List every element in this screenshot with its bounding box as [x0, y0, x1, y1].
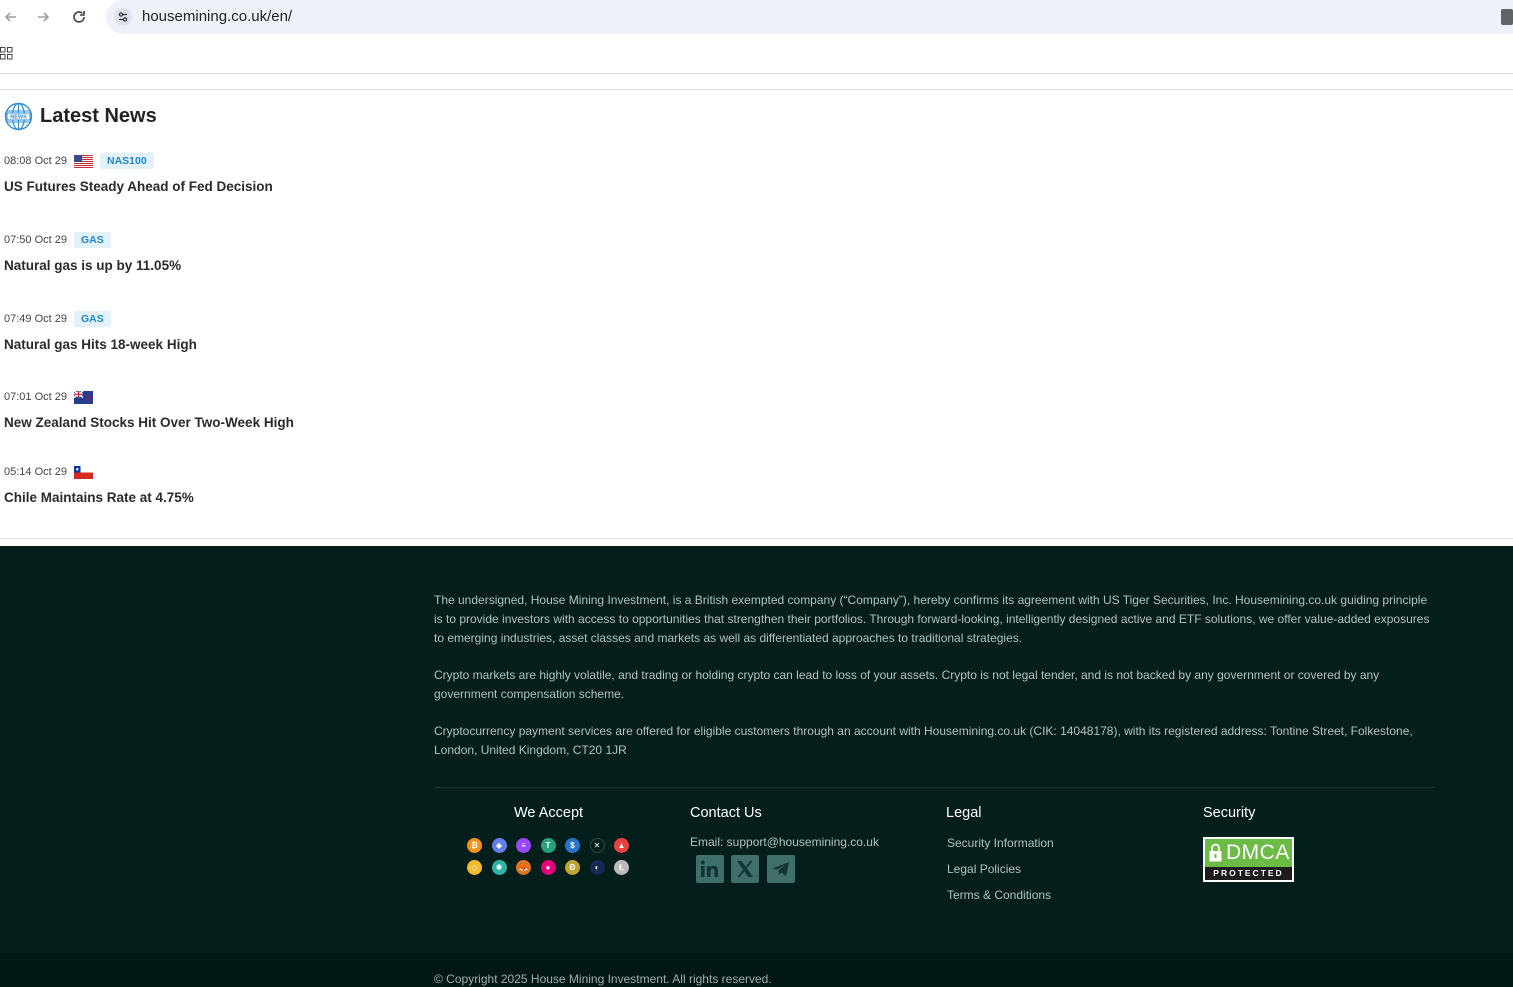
cosmos-icon: ✺	[491, 860, 507, 875]
news-item[interactable]: 07:50 Oct 29 GAS Natural gas is up by 11…	[4, 231, 181, 273]
us-flag-icon	[74, 154, 93, 168]
news-tag[interactable]: GAS	[74, 232, 111, 248]
bookmarks-bar	[0, 34, 1513, 74]
contact-email[interactable]: Email: support@housemining.co.uk	[690, 835, 879, 849]
bitcoin-icon: ₿	[467, 838, 482, 853]
linkedin-button[interactable]	[696, 855, 724, 883]
usdc-icon: $	[565, 838, 580, 853]
address-bar[interactable]: housemining.co.uk/en/	[106, 0, 1513, 34]
news-headline[interactable]: Natural gas is up by 11.05%	[4, 258, 181, 273]
news-headline[interactable]: US Futures Steady Ahead of Fed Decision	[4, 179, 273, 194]
payment-services-disclaimer: Cryptocurrency payment services are offe…	[434, 724, 1413, 757]
nz-flag-icon	[74, 390, 93, 404]
xrp-icon: ✕	[589, 838, 605, 853]
chile-flag-icon	[74, 465, 93, 479]
linkedin-icon	[700, 860, 718, 877]
reload-button[interactable]	[68, 6, 90, 28]
copyright-bar: © Copyright 2025 House Mining Investment…	[0, 953, 1513, 987]
news-headline[interactable]: New Zealand Stocks Hit Over Two-Week Hig…	[4, 415, 294, 430]
section-divider	[0, 538, 1513, 539]
news-header: NEWS Latest News	[4, 102, 157, 131]
news-headline[interactable]: Chile Maintains Rate at 4.75%	[4, 490, 194, 505]
news-meta: 08:08 Oct 29 NAS100	[4, 152, 273, 170]
news-tag[interactable]: NAS100	[100, 153, 154, 169]
we-accept-title: We Accept	[514, 805, 584, 821]
news-item[interactable]: 07:01 Oct 29 New Zealand Stocks Hit Over…	[4, 388, 294, 430]
lock-icon	[1209, 843, 1222, 862]
security-information-link[interactable]: Security Information	[947, 836, 1054, 850]
arrow-right-icon	[38, 12, 50, 22]
news-section-title: Latest News	[40, 105, 157, 127]
copyright-text: © Copyright 2025 House Mining Investment…	[434, 972, 772, 986]
avalanche-icon: ▲	[614, 838, 629, 853]
news-globe-icon: NEWS	[4, 102, 33, 131]
news-time: 07:49 Oct 29	[4, 313, 67, 325]
solana-icon: ≡	[516, 838, 531, 853]
dmca-badge-subtext: PROTECTED	[1213, 868, 1284, 878]
tether-icon: T	[540, 838, 556, 853]
legal-title: Legal	[946, 805, 982, 821]
arrow-left-icon	[4, 12, 16, 22]
dogecoin-icon: Ð	[565, 860, 580, 875]
site-footer: The undersigned, House Mining Investment…	[0, 546, 1513, 953]
news-item[interactable]: 07:49 Oct 29 GAS Natural gas Hits 18-wee…	[4, 310, 197, 352]
x-twitter-button[interactable]	[731, 855, 759, 883]
url-text[interactable]: housemining.co.uk/en/	[142, 8, 292, 25]
company-disclaimer: The undersigned, House Mining Investment…	[434, 593, 1430, 645]
news-time: 05:14 Oct 29	[4, 466, 67, 478]
ethereum-icon: ◆	[491, 838, 507, 853]
news-meta: 05:14 Oct 29	[4, 463, 194, 481]
browser-toolbar: housemining.co.uk/en/	[0, 0, 1513, 34]
news-meta: 07:50 Oct 29 GAS	[4, 231, 181, 249]
latest-news-section: NEWS Latest News 08:08 Oct 29 NAS100 US …	[0, 90, 1513, 538]
news-tag[interactable]: GAS	[74, 311, 111, 327]
litecoin-icon: Ł	[614, 860, 629, 875]
news-item[interactable]: 08:08 Oct 29 NAS100 US Futures Steady Ah…	[4, 152, 273, 194]
terms-conditions-link[interactable]: Terms & Conditions	[947, 888, 1051, 902]
legal-policies-link[interactable]: Legal Policies	[947, 862, 1021, 876]
news-time: 07:01 Oct 29	[4, 391, 67, 403]
news-headline[interactable]: Natural gas Hits 18-week High	[4, 337, 197, 352]
back-button[interactable]	[0, 6, 22, 28]
crypto-risk-disclaimer: Crypto markets are highly volatile, and …	[434, 668, 1380, 701]
x-twitter-icon	[737, 860, 753, 878]
telegram-icon	[772, 862, 789, 876]
telegram-button[interactable]	[767, 855, 795, 883]
reload-icon	[73, 11, 85, 23]
news-time: 08:08 Oct 29	[4, 155, 67, 167]
footer-divider	[434, 787, 1434, 788]
news-time: 07:50 Oct 29	[4, 234, 67, 246]
svg-text:NEWS: NEWS	[10, 115, 27, 121]
news-meta: 07:01 Oct 29	[4, 388, 294, 406]
news-item[interactable]: 05:14 Oct 29 Chile Maintains Rate at 4.7…	[4, 463, 194, 505]
translate-icon[interactable]	[1501, 9, 1513, 25]
forward-button[interactable]	[32, 6, 54, 28]
security-title: Security	[1203, 805, 1256, 821]
apps-grid-icon[interactable]	[0, 47, 13, 60]
news-meta: 07:49 Oct 29 GAS	[4, 310, 197, 328]
dmca-badge-word: DMCA	[1226, 841, 1290, 864]
polkadot-icon: ●	[540, 860, 556, 875]
site-settings-icon[interactable]	[114, 8, 132, 26]
dmca-badge-top: DMCA	[1205, 839, 1292, 867]
bnb-icon: ◇	[467, 860, 482, 875]
terra-icon: ◐	[589, 860, 605, 875]
dmca-protected-badge[interactable]: DMCA PROTECTED	[1203, 837, 1294, 882]
contact-title: Contact Us	[690, 805, 762, 821]
metamask-icon: 🦊	[516, 860, 531, 875]
